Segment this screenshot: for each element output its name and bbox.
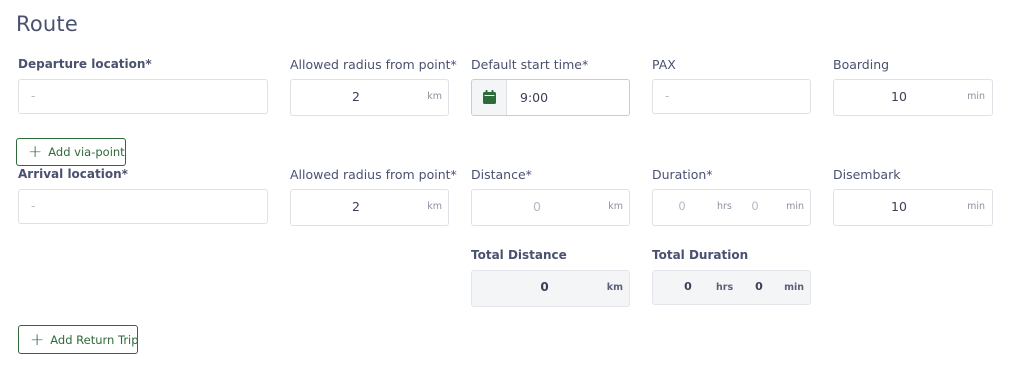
total-distance-label: Total Distance [471,248,567,262]
calendar-icon [483,90,496,104]
departure-location-input[interactable]: - [18,79,268,114]
total-distance-unit: km [606,282,623,293]
add-return-trip-label: Add Return Trip [50,332,139,347]
total-distance-value: 0 [540,280,549,294]
plus-icon: + [28,142,43,162]
total-duration-hours-value: 0 [684,280,692,293]
total-duration-display: 0 hrs 0 min [652,270,811,305]
arrival-location-placeholder: - [31,199,36,213]
arrival-radius-value: 2 [352,199,360,214]
departure-location-placeholder: - [31,89,36,103]
pax-label: PAX [652,57,676,72]
arrival-location-label: Arrival location* [18,167,128,181]
duration-hours-value: 0 [678,199,686,213]
pax-placeholder: - [665,89,670,103]
departure-location-label: Departure location* [18,57,152,71]
section-title: Route [16,12,78,36]
disembark-input[interactable]: 10 min [833,189,993,226]
total-duration-hours-unit: hrs [716,282,734,293]
distance-unit: km [608,201,623,212]
boarding-input[interactable]: 10 min [833,79,993,116]
departure-radius-input[interactable]: 2 km [290,79,449,116]
disembark-label: Disembark [833,167,901,182]
departure-radius-label: Allowed radius from point* [290,57,457,72]
add-via-point-label: Add via-point [48,145,125,159]
total-duration-minutes-unit: min [784,282,804,293]
total-duration-minutes-value: 0 [755,280,763,293]
disembark-value: 10 [891,199,907,214]
distance-input[interactable]: 0 km [471,189,630,226]
duration-input[interactable]: 0 hrs 0 min [652,189,811,226]
calendar-button[interactable] [472,80,507,115]
arrival-radius-input[interactable]: 2 km [290,189,449,226]
start-time-input[interactable]: 9:00 [471,79,630,116]
arrival-radius-unit: km [427,201,442,212]
distance-label: Distance* [471,167,532,182]
add-via-point-button[interactable]: + Add via-point [16,138,126,166]
disembark-unit: min [967,201,985,212]
duration-minutes-value: 0 [751,199,759,213]
start-time-value: 9:00 [520,90,549,105]
departure-radius-value: 2 [352,89,360,104]
distance-value: 0 [533,199,541,214]
boarding-value: 10 [891,89,907,104]
duration-hours-unit: hrs [717,201,732,212]
duration-minutes-unit: min [786,201,804,212]
arrival-location-input[interactable]: - [18,189,268,224]
start-time-label: Default start time* [471,57,589,72]
departure-radius-unit: km [427,91,442,102]
arrival-radius-label: Allowed radius from point* [290,167,457,182]
boarding-unit: min [967,91,985,102]
add-return-trip-button[interactable]: + Add Return Trip [18,325,139,354]
pax-input[interactable]: - [652,79,811,114]
plus-icon: + [30,329,45,350]
total-distance-display: 0 km [471,270,630,307]
boarding-label: Boarding [833,57,890,72]
duration-label: Duration* [652,167,713,182]
total-duration-label: Total Duration [652,248,749,262]
